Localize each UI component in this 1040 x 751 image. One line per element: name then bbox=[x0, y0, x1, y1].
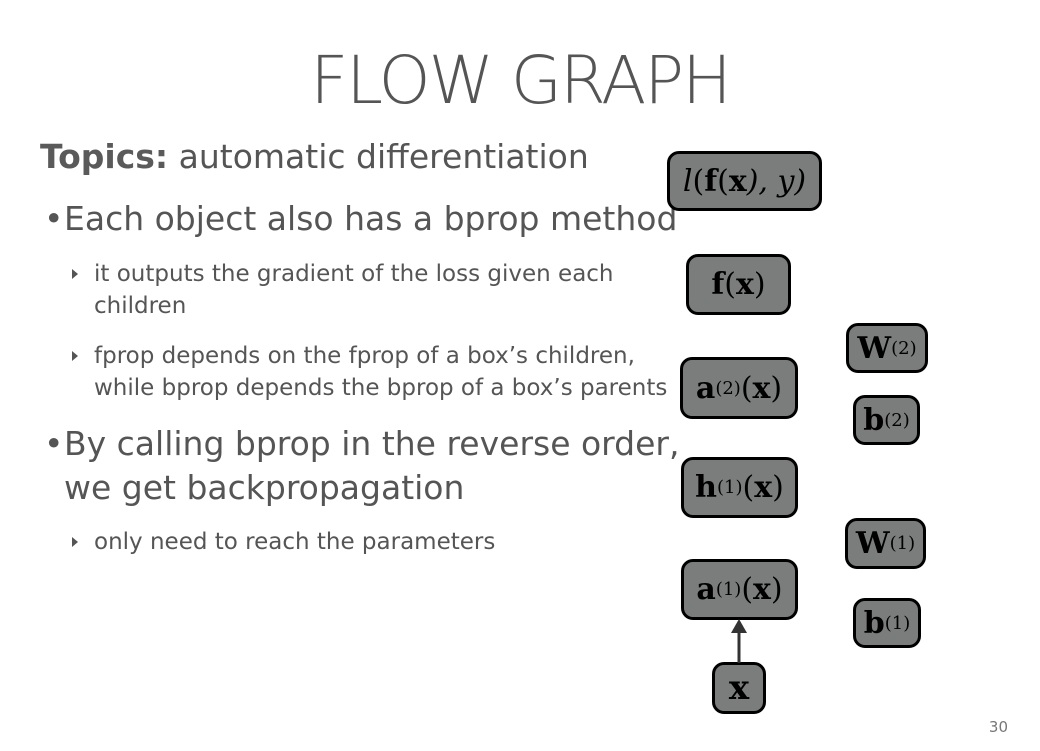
page-number: 30 bbox=[988, 718, 1008, 736]
h1-node-base: h bbox=[695, 470, 717, 505]
h1-node: h (1)(x) bbox=[681, 457, 798, 518]
h1-node-close: ) bbox=[772, 470, 784, 505]
a1-node-close: ) bbox=[770, 572, 783, 607]
x-node: x bbox=[712, 662, 766, 714]
w1-node: W (1) bbox=[845, 518, 926, 569]
edge-arrow-x-to-a1 bbox=[731, 619, 747, 663]
sub-bullet-1-2: fprop depends on the fprop of a box’s ch… bbox=[72, 340, 667, 404]
fx-node-open: ( bbox=[724, 267, 736, 302]
bullet-dot: • bbox=[44, 199, 64, 238]
sub-bullet-1-1: it outputs the gradient of the loss give… bbox=[72, 258, 614, 322]
fx-node-x: x bbox=[736, 267, 754, 302]
loss-node-base: l bbox=[682, 163, 693, 199]
sub-bullet-2-1: only need to reach the parameters bbox=[72, 526, 495, 558]
bullet-1: • Each object also has a bprop method bbox=[44, 197, 677, 241]
loss-node-f: f bbox=[704, 163, 718, 199]
sub-bullet-1-1-line-1: it outputs the gradient of the loss give… bbox=[94, 261, 614, 287]
b2-node: b (2) bbox=[853, 395, 920, 445]
a1-node-sup: (1) bbox=[715, 579, 742, 600]
a1-node-base: a bbox=[696, 572, 716, 607]
slide: FLOW GRAPH Topics: automatic differentia… bbox=[0, 0, 1040, 751]
sub-bullet-2-1-line-1: only need to reach the parameters bbox=[94, 529, 496, 555]
fx-node-close: ) bbox=[753, 267, 766, 302]
b2-node-base: b bbox=[863, 402, 885, 438]
bullet-2-line-1: By calling bprop in the reverse order, bbox=[64, 424, 680, 463]
topics-text: automatic differentiation bbox=[178, 137, 589, 176]
a1-node-open: ( bbox=[741, 572, 754, 607]
topics-line: Topics: automatic differentiation bbox=[40, 137, 589, 176]
fx-node: f(x) bbox=[686, 254, 791, 315]
bullet-dot: • bbox=[44, 424, 64, 463]
h1-node-x: x bbox=[754, 470, 773, 505]
a1-node-x: x bbox=[753, 572, 771, 607]
a2-node-x: x bbox=[752, 370, 771, 406]
w1-node-sup: (1) bbox=[889, 533, 916, 554]
loss-node-x: x bbox=[728, 163, 747, 199]
topics-label: Topics: bbox=[40, 137, 169, 176]
sub-bullet-1-2-line-1: fprop depends on the fprop of a box’s ch… bbox=[94, 343, 635, 369]
a2-node-close: ) bbox=[770, 370, 783, 406]
sub-bullet-1-2-line-2: while bprop depends the bprop of a box’s… bbox=[94, 375, 668, 401]
triangle-bullet-icon bbox=[72, 351, 78, 361]
bullet-2-line-2: we get backpropagation bbox=[64, 468, 465, 507]
loss-node-open: ( bbox=[692, 163, 705, 199]
b1-node-sup: (1) bbox=[884, 612, 911, 634]
triangle-bullet-icon bbox=[72, 537, 78, 547]
loss-node-open2: ( bbox=[717, 163, 729, 199]
triangle-bullet-icon bbox=[72, 269, 78, 279]
a1-node: a (1)(x) bbox=[681, 559, 798, 620]
b1-node-base: b bbox=[863, 605, 885, 641]
loss-node-rest: ), y) bbox=[746, 163, 807, 199]
arrow-head-icon bbox=[731, 619, 747, 633]
x-node-base: x bbox=[728, 668, 750, 708]
bullet-1-text: Each object also has a bprop method bbox=[64, 199, 678, 238]
w2-node-base: W bbox=[857, 330, 892, 366]
b1-node: b (1) bbox=[853, 598, 921, 648]
w2-node-sup: (2) bbox=[891, 337, 917, 359]
a2-node-base: a bbox=[695, 370, 716, 406]
slide-title: FLOW GRAPH bbox=[310, 42, 731, 119]
w2-node: W (2) bbox=[846, 323, 928, 373]
a2-node-open: ( bbox=[740, 370, 753, 406]
a2-node: a (2)(x) bbox=[680, 357, 798, 419]
loss-node: l(f(x), y) bbox=[667, 151, 822, 211]
h1-node-open: ( bbox=[742, 470, 755, 505]
b2-node-sup: (2) bbox=[884, 409, 910, 431]
a2-node-sup: (2) bbox=[715, 377, 741, 399]
sub-bullet-1-1-line-2: children bbox=[94, 293, 187, 319]
w1-node-base: W bbox=[855, 526, 890, 561]
fx-node-f: f bbox=[711, 267, 725, 302]
bullet-2: • By calling bprop in the reverse order,… bbox=[44, 422, 679, 510]
h1-node-sup: (1) bbox=[716, 477, 743, 498]
